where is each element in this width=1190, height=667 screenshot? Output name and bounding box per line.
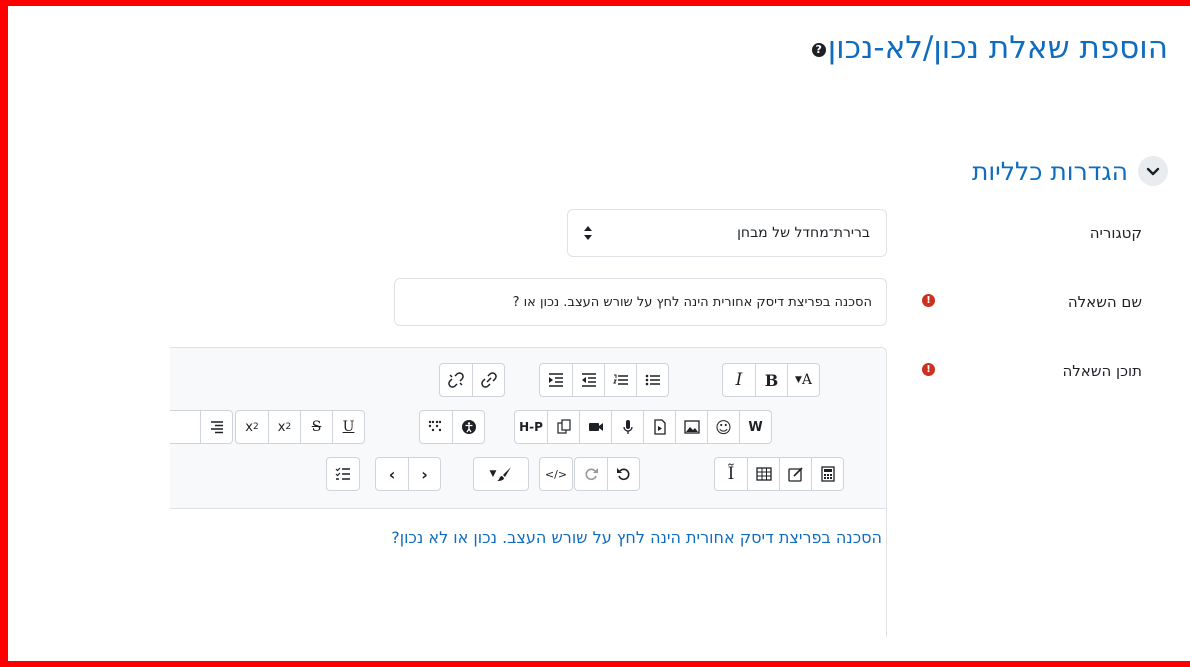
record-video-button[interactable] [579, 411, 611, 443]
indent-button[interactable] [540, 364, 572, 396]
outdent-button[interactable] [572, 364, 604, 396]
question-name-value: הסכנה בפריצת דיסק אחורית הינה לחץ על שור… [512, 294, 872, 310]
checklist-button[interactable] [327, 458, 359, 490]
unlink-icon [448, 372, 464, 388]
link-icon [480, 372, 497, 388]
subscript-button[interactable]: x2 [268, 411, 300, 443]
exclamation-circle-icon: ! [922, 363, 935, 376]
superscript-button[interactable]: x2 [236, 411, 268, 443]
list-ul-icon [645, 374, 660, 386]
microphone-icon [622, 420, 633, 434]
paintbrush-icon [497, 467, 512, 481]
file-video-icon [653, 419, 666, 435]
table-icon [755, 467, 772, 481]
redo-icon [585, 468, 598, 481]
checklist-icon [335, 467, 350, 480]
align-extra-button[interactable] [170, 411, 200, 443]
equation-button[interactable] [811, 458, 843, 490]
section-general-header[interactable]: הגדרות כלליות [972, 156, 1168, 186]
ordered-list-button[interactable] [604, 364, 636, 396]
ltr-button[interactable]: ‹ [376, 458, 408, 490]
chevron-down-icon[interactable] [1138, 156, 1168, 186]
word-import-button[interactable]: W [739, 411, 771, 443]
question-circle-icon[interactable]: ? [811, 42, 826, 57]
undo-button[interactable] [607, 458, 639, 490]
image-button[interactable] [675, 411, 707, 443]
italic-button[interactable]: I [723, 364, 755, 396]
bold-button[interactable]: B [755, 364, 787, 396]
manage-files-button[interactable] [547, 411, 579, 443]
clear-format-button[interactable]: Ĩ [715, 458, 747, 490]
toolbar-group-checklist [326, 457, 360, 491]
list-ol-icon [612, 374, 628, 385]
toolbar-group-align [170, 410, 233, 444]
exclamation-circle-icon: ! [922, 294, 935, 307]
files-icon [556, 419, 571, 434]
toolbar-group-style: ▼ A B I [722, 363, 820, 397]
calculator-icon [820, 466, 835, 482]
question-name-label: שם השאלה [1067, 293, 1142, 311]
toolbar-group-direction: › ‹ [375, 457, 441, 491]
media-button[interactable] [643, 411, 675, 443]
braille-icon [428, 420, 442, 432]
rtl-button[interactable]: › [408, 458, 440, 490]
toolbar-group-color: ▼ [473, 457, 529, 491]
indent-icon [549, 373, 563, 387]
html-button[interactable]: </> [540, 458, 572, 490]
unlink-button[interactable] [440, 364, 472, 396]
link-button[interactable] [472, 364, 504, 396]
page-title-text: הוספת שאלת נכון/לא-נכון [827, 30, 1168, 66]
para-style-button[interactable]: ▼ A [787, 364, 819, 396]
editor-toolbar: ▼ A B I W ☺ H-P U S x 2 x 2 Ĩ </> ▼ › ‹ [170, 348, 886, 509]
video-camera-icon [588, 423, 603, 431]
table-button[interactable] [747, 458, 779, 490]
edit-button[interactable] [779, 458, 811, 490]
toolbar-group-accessibility [419, 410, 485, 444]
toolbar-group-insert: W ☺ H-P [514, 410, 772, 444]
toolbar-group-format: U S x2 x2 [235, 410, 365, 444]
category-select-value: ברירת־מחדל של מבחן [737, 225, 870, 241]
toolbar-group-links [439, 363, 505, 397]
category-label: קטגוריה [1089, 224, 1142, 242]
editor-content-area[interactable]: הסכנה בפריצת דיסק אחורית הינה לחץ על שור… [170, 508, 886, 637]
select-arrows-icon [584, 226, 592, 240]
question-text-label: תוכן השאלה [1062, 362, 1142, 380]
underline-button[interactable]: U [332, 411, 364, 443]
question-name-input[interactable]: הסכנה בפריצת דיסק אחורית הינה לחץ על שור… [394, 278, 887, 326]
category-select[interactable]: ברירת־מחדל של מבחן [567, 209, 887, 257]
braille-button[interactable] [420, 411, 452, 443]
accessibility-icon [461, 420, 476, 434]
image-icon [683, 420, 700, 434]
undo-icon [616, 468, 629, 481]
color-button[interactable]: ▼ [474, 458, 528, 490]
toolbar-group-html: </> [539, 457, 573, 491]
emoji-button[interactable]: ☺ [707, 411, 739, 443]
accessibility-button[interactable] [452, 411, 484, 443]
section-title: הגדרות כלליות [971, 156, 1128, 186]
redo-button[interactable] [575, 458, 607, 490]
pencil-square-icon [787, 467, 803, 482]
h5p-button[interactable]: H-P [515, 411, 547, 443]
outdent-icon [581, 373, 596, 387]
align-right-icon [210, 421, 223, 434]
strikethrough-button[interactable]: S [300, 411, 332, 443]
align-button[interactable] [200, 411, 232, 443]
page-title: הוספת שאלת נכון/לא-נכון? [811, 30, 1168, 66]
toolbar-group-tools: Ĩ [714, 457, 844, 491]
toolbar-group-lists [539, 363, 669, 397]
editor-content-text: הסכנה בפריצת דיסק אחורית הינה לחץ על שור… [391, 528, 882, 547]
question-text-editor[interactable]: ▼ A B I W ☺ H-P U S x 2 x 2 Ĩ </> ▼ › ‹ … [170, 347, 887, 637]
record-audio-button[interactable] [611, 411, 643, 443]
unordered-list-button[interactable] [636, 364, 668, 396]
toolbar-group-history [574, 457, 640, 491]
